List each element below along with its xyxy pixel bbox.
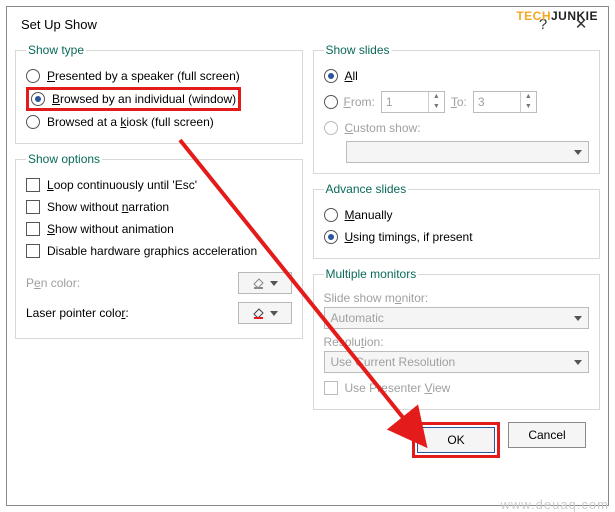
- radio-from-to[interactable]: From: ▲▼ To: ▲▼: [324, 87, 590, 117]
- show-options-group: Show options Loop continuously until 'Es…: [15, 152, 303, 339]
- radio-custom-show: Custom show:: [324, 117, 590, 139]
- radio-icon: [324, 208, 338, 222]
- checkbox-icon: [26, 178, 40, 192]
- pen-color-picker[interactable]: [238, 272, 292, 294]
- radio-icon: [31, 92, 45, 106]
- show-slides-group: Show slides All From: ▲▼ To: ▲▼: [313, 43, 601, 174]
- checkbox-icon: [26, 244, 40, 258]
- chevron-up-icon[interactable]: ▲: [521, 92, 536, 102]
- from-spinner[interactable]: ▲▼: [381, 91, 445, 113]
- advance-slides-group: Advance slides Manually Using timings, i…: [313, 182, 601, 259]
- resolution-label: Resolution:: [324, 329, 590, 351]
- chevron-down-icon[interactable]: ▼: [521, 102, 536, 112]
- radio-icon: [324, 95, 338, 109]
- resolution-select: Use Current Resolution: [324, 351, 590, 373]
- monitors-legend: Multiple monitors: [324, 267, 419, 281]
- checkbox-icon: [26, 200, 40, 214]
- custom-show-select: [346, 141, 590, 163]
- check-no-narration[interactable]: Show without narration: [26, 196, 292, 218]
- laser-color-picker[interactable]: [238, 302, 292, 324]
- watermark: www.deuaq.com: [501, 497, 609, 512]
- dialog-title: Set Up Show: [21, 17, 524, 32]
- show-type-group: Show type Presented by a speaker (full s…: [15, 43, 303, 144]
- radio-icon: [324, 230, 338, 244]
- cancel-button[interactable]: Cancel: [508, 422, 586, 448]
- chevron-down-icon: [270, 311, 278, 316]
- techjunkie-logo: TECHJUNKIE: [516, 9, 598, 23]
- chevron-down-icon: [270, 281, 278, 286]
- check-loop[interactable]: Loop continuously until 'Esc': [26, 174, 292, 196]
- radio-icon: [324, 69, 338, 83]
- checkbox-icon: [324, 381, 338, 395]
- chevron-up-icon[interactable]: ▲: [429, 92, 444, 102]
- monitor-select: Automatic: [324, 307, 590, 329]
- bucket-icon: [252, 306, 266, 320]
- to-spinner[interactable]: ▲▼: [473, 91, 537, 113]
- radio-advance-manually[interactable]: Manually: [324, 204, 590, 226]
- check-no-animation[interactable]: Show without animation: [26, 218, 292, 240]
- radio-advance-timings[interactable]: Using timings, if present: [324, 226, 590, 248]
- show-type-legend: Show type: [26, 43, 86, 57]
- radio-all-slides[interactable]: All: [324, 65, 590, 87]
- highlight-browsed-individual: Browsed by an individual (window): [26, 87, 241, 111]
- radio-icon: [324, 121, 338, 135]
- radio-icon: [26, 69, 40, 83]
- radio-browsed-individual[interactable]: Browsed by an individual (window): [52, 92, 236, 106]
- bucket-icon: [252, 276, 266, 290]
- radio-presented-speaker[interactable]: Presented by a speaker (full screen): [26, 65, 292, 87]
- checkbox-icon: [26, 222, 40, 236]
- radio-browsed-kiosk[interactable]: Browsed at a kiosk (full screen): [26, 111, 292, 133]
- check-no-hw-accel[interactable]: Disable hardware graphics acceleration: [26, 240, 292, 262]
- chevron-down-icon: [574, 150, 582, 155]
- check-presenter-view: Use Presenter View: [324, 377, 590, 399]
- chevron-down-icon[interactable]: ▼: [429, 102, 444, 112]
- highlight-ok-button: OK: [412, 422, 500, 458]
- chevron-down-icon: [574, 316, 582, 321]
- pen-color-label: Pen color:: [26, 276, 80, 290]
- advance-legend: Advance slides: [324, 182, 409, 196]
- show-options-legend: Show options: [26, 152, 102, 166]
- chevron-down-icon: [574, 360, 582, 365]
- radio-icon: [26, 115, 40, 129]
- multiple-monitors-group: Multiple monitors Slide show monitor: Au…: [313, 267, 601, 410]
- monitor-label: Slide show monitor:: [324, 289, 590, 307]
- laser-color-label: Laser pointer color:: [26, 306, 129, 320]
- show-slides-legend: Show slides: [324, 43, 392, 57]
- ok-button[interactable]: OK: [417, 427, 495, 453]
